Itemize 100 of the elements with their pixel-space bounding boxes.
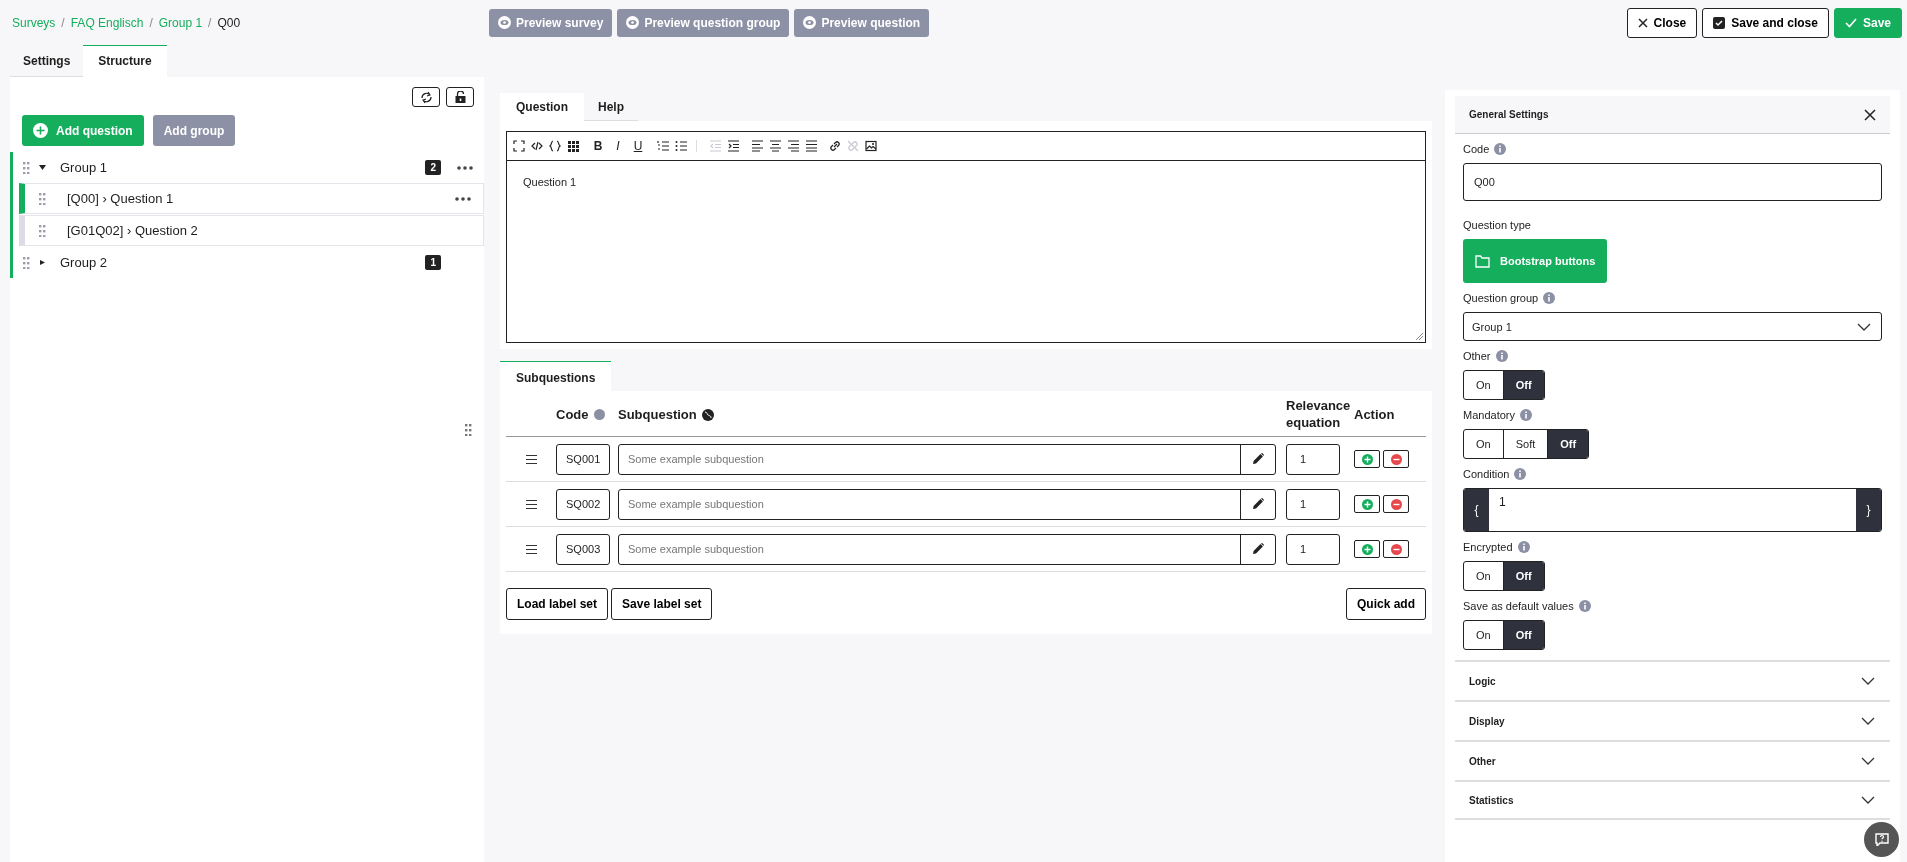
- underline-button[interactable]: U: [631, 140, 645, 152]
- plus-circle-icon: [1361, 453, 1373, 465]
- panel-title: General Settings: [1469, 109, 1549, 120]
- field-label: Mandatory: [1463, 409, 1515, 421]
- plus-circle-icon: [33, 123, 48, 138]
- eye-icon: [626, 16, 640, 29]
- fullscreen-icon[interactable]: [513, 140, 525, 152]
- plus-circle-icon: [1361, 498, 1373, 510]
- drag-handle-icon: [23, 161, 31, 174]
- numbered-list-icon[interactable]: [657, 140, 669, 152]
- image-icon[interactable]: [865, 140, 877, 152]
- toggle-option[interactable]: Off: [1503, 562, 1544, 590]
- question-item[interactable]: [Q00] › Question 1: [19, 183, 484, 214]
- braces-icon[interactable]: [549, 140, 561, 152]
- breadcrumb-current: Q00: [217, 15, 241, 30]
- italic-button[interactable]: I: [611, 140, 625, 152]
- drag-handle-icon: [39, 224, 47, 237]
- section-header[interactable]: Logic: [1455, 660, 1890, 700]
- field-label: Other: [1463, 350, 1491, 362]
- eye-icon: [803, 16, 817, 29]
- field-label: Question type: [1463, 219, 1531, 231]
- question-item[interactable]: [G01Q02] › Question 2: [19, 215, 484, 246]
- menu-icon: [525, 499, 537, 509]
- breadcrumb-separator: /: [61, 15, 65, 30]
- align-left-icon[interactable]: [751, 140, 763, 152]
- minus-circle-icon: [1390, 453, 1402, 465]
- section-header[interactable]: Display: [1455, 700, 1890, 740]
- label-set-button[interactable]: Load label set: [506, 588, 609, 620]
- code-field[interactable]: SQ003: [556, 533, 610, 565]
- relevance-field[interactable]: 1: [1286, 533, 1340, 565]
- remove-row-button[interactable]: [1383, 540, 1409, 558]
- question-text[interactable]: Question 1: [507, 161, 577, 188]
- remove-row-button[interactable]: [1383, 450, 1409, 468]
- add-row-button[interactable]: [1354, 495, 1380, 513]
- group-title[interactable]: Group 1: [60, 160, 107, 175]
- align-center-icon[interactable]: [769, 140, 781, 152]
- code-input[interactable]: Q00: [1463, 163, 1882, 201]
- toggle-option[interactable]: Off: [1503, 371, 1544, 399]
- code-field[interactable]: SQ002: [556, 488, 610, 520]
- subquestion-field[interactable]: Some example subquestion: [618, 488, 1276, 520]
- count-badge: 1: [425, 255, 441, 270]
- close-button[interactable]: [1864, 108, 1876, 121]
- tab[interactable]: Structure: [83, 45, 167, 77]
- tab[interactable]: Subquestions: [500, 361, 612, 391]
- resize-handle-icon: [465, 424, 473, 436]
- column-header: Subquestion: [618, 407, 697, 422]
- menu-icon: [525, 544, 537, 554]
- pencil-icon: [1252, 453, 1264, 465]
- close-button[interactable]: Close: [1626, 7, 1698, 38]
- more-icon: [455, 196, 471, 201]
- indent-icon[interactable]: [727, 140, 739, 152]
- pencil-icon: [1252, 543, 1264, 555]
- resize-grip-icon: [1415, 332, 1423, 340]
- add-row-button[interactable]: [1354, 450, 1380, 468]
- toggle-option[interactable]: Off: [1548, 430, 1589, 458]
- field-label: Condition: [1463, 468, 1510, 480]
- group-title[interactable]: Group 2: [60, 255, 107, 270]
- toggle-option[interactable]: On: [1464, 371, 1504, 399]
- subquestion-field[interactable]: Some example subquestion: [618, 533, 1276, 565]
- field-label: Question group: [1463, 292, 1539, 304]
- grid-icon[interactable]: [567, 140, 579, 152]
- label-set-button[interactable]: Save label set: [611, 588, 713, 620]
- sync-button[interactable]: [412, 87, 440, 107]
- source-icon[interactable]: [531, 140, 543, 152]
- column-header: Action: [1354, 407, 1396, 422]
- minus-circle-icon: [1390, 498, 1402, 510]
- subquestion-field[interactable]: Some example subquestion: [618, 443, 1276, 475]
- add-row-button[interactable]: [1354, 540, 1380, 558]
- unlock-icon: [454, 91, 466, 103]
- breadcrumb-separator: /: [149, 15, 153, 30]
- align-justify-icon[interactable]: [805, 140, 817, 152]
- remove-row-button[interactable]: [1383, 495, 1409, 513]
- tab[interactable]: Question: [500, 93, 584, 121]
- link-icon[interactable]: [829, 140, 841, 152]
- toggle-option[interactable]: On: [1464, 621, 1504, 649]
- quick-add-button[interactable]: Quick add: [1346, 588, 1426, 620]
- field-label: Save as default values: [1463, 600, 1574, 612]
- sync-icon: [419, 90, 433, 104]
- close-icon: [1637, 17, 1648, 28]
- bullet-list-icon[interactable]: [675, 140, 687, 152]
- toggle-option[interactable]: On: [1464, 430, 1504, 458]
- relevance-field[interactable]: 1: [1286, 443, 1340, 475]
- bold-button[interactable]: B: [591, 140, 605, 152]
- field-label: Code: [1463, 143, 1490, 155]
- section-header[interactable]: Statistics: [1455, 780, 1890, 820]
- lock-button[interactable]: [446, 87, 474, 107]
- count-badge: 2: [425, 160, 441, 175]
- toggle-option[interactable]: On: [1464, 562, 1504, 590]
- menu-icon: [525, 454, 537, 464]
- globe-icon: [701, 408, 714, 421]
- section-header[interactable]: Other: [1455, 740, 1890, 780]
- relevance-field[interactable]: 1: [1286, 488, 1340, 520]
- group-select[interactable]: Group 1: [1463, 312, 1882, 341]
- align-right-icon[interactable]: [787, 140, 799, 152]
- status-dot-icon: [593, 409, 605, 420]
- code-field[interactable]: SQ001: [556, 443, 610, 475]
- toggle-option[interactable]: Off: [1503, 621, 1544, 649]
- save-and-close-button[interactable]: Save and close: [1702, 7, 1829, 38]
- drag-handle-icon: [39, 192, 47, 205]
- folder-icon: [1475, 254, 1490, 268]
